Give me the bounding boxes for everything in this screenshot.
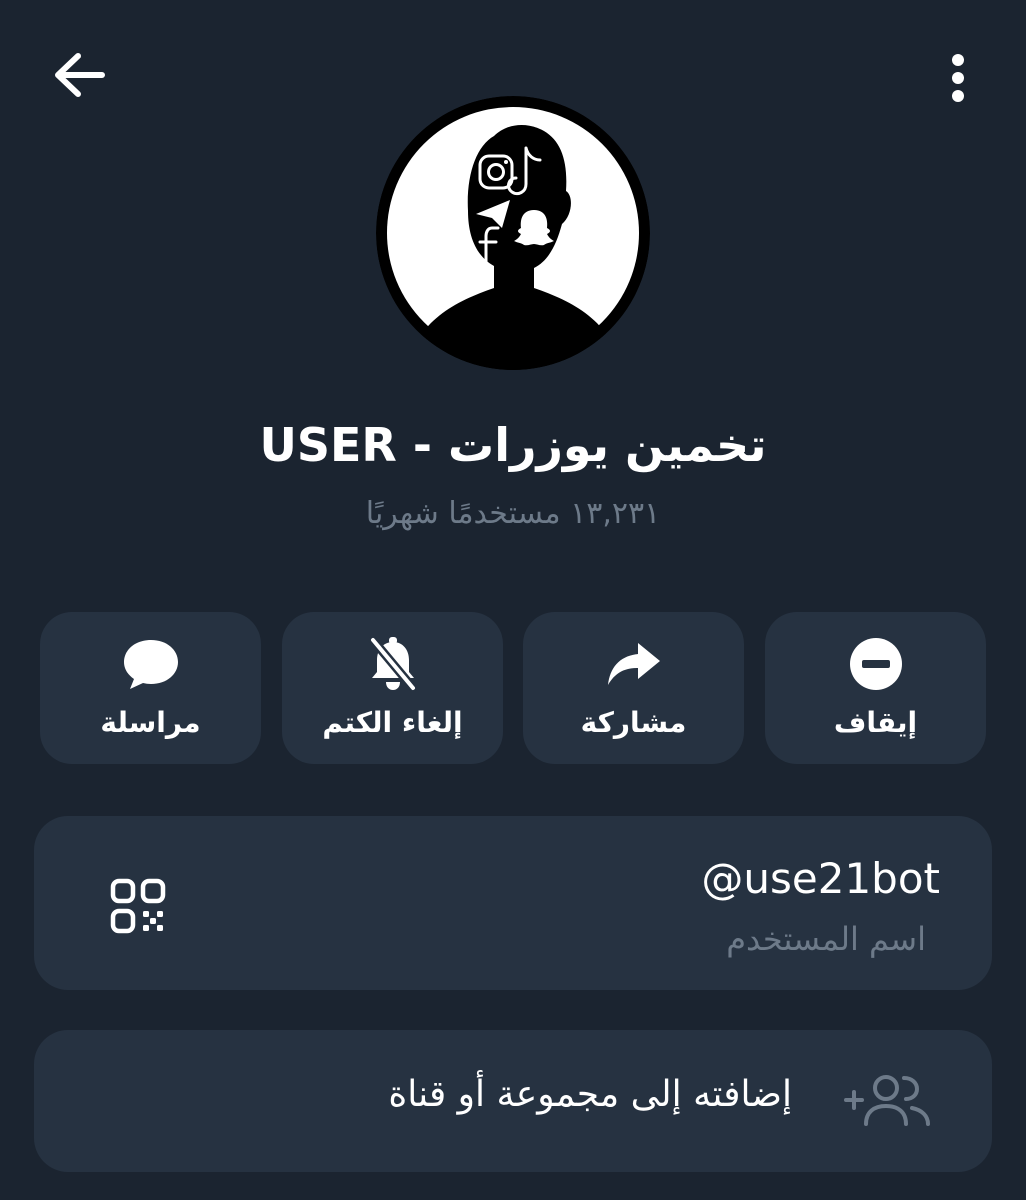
share-button[interactable]: مشاركة: [523, 612, 744, 764]
message-button[interactable]: مراسلة: [40, 612, 261, 764]
avatar-image: [376, 96, 650, 370]
unmute-button[interactable]: إلغاء الكتم: [282, 612, 503, 764]
monthly-users-count: ١٣,٢٣١ مستخدمًا شهريًا: [365, 496, 661, 531]
add-members-icon-wrap: [840, 1064, 936, 1136]
more-vertical-icon: [952, 54, 964, 102]
add-to-group-button[interactable]: إضافته إلى مجموعة أو قناة: [34, 1030, 992, 1172]
profile-avatar[interactable]: [376, 96, 650, 370]
bell-off-icon: [368, 636, 417, 692]
stop-bot-button-label: إيقاف: [833, 706, 918, 739]
stop-bot-button[interactable]: إيقاف: [765, 612, 986, 764]
more-options-button[interactable]: [920, 40, 996, 116]
add-to-group-label: إضافته إلى مجموعة أو قناة: [388, 1074, 792, 1115]
qr-code-button[interactable]: [98, 866, 178, 946]
username-label: اسم المستخدم: [726, 920, 926, 958]
action-buttons-row: مراسلة إلغاء الكتم مشاركة إيقاف: [40, 612, 986, 764]
qr-code-icon: [110, 878, 166, 934]
message-bubble-icon: [123, 640, 178, 689]
page-title: تخمين يوزرات - USER: [259, 418, 767, 472]
back-button[interactable]: [40, 40, 120, 110]
block-icon: [849, 638, 902, 690]
arrow-left-icon: [55, 53, 105, 97]
username-value[interactable]: @use21bot: [701, 854, 940, 903]
message-button-label: مراسلة: [100, 706, 201, 739]
share-arrow-icon: [607, 643, 660, 685]
unmute-button-label: إلغاء الكتم: [322, 706, 463, 739]
add-members-icon: [844, 1075, 930, 1126]
share-button-label: مشاركة: [580, 706, 687, 739]
username-card[interactable]: @use21bot اسم المستخدم: [34, 816, 992, 990]
